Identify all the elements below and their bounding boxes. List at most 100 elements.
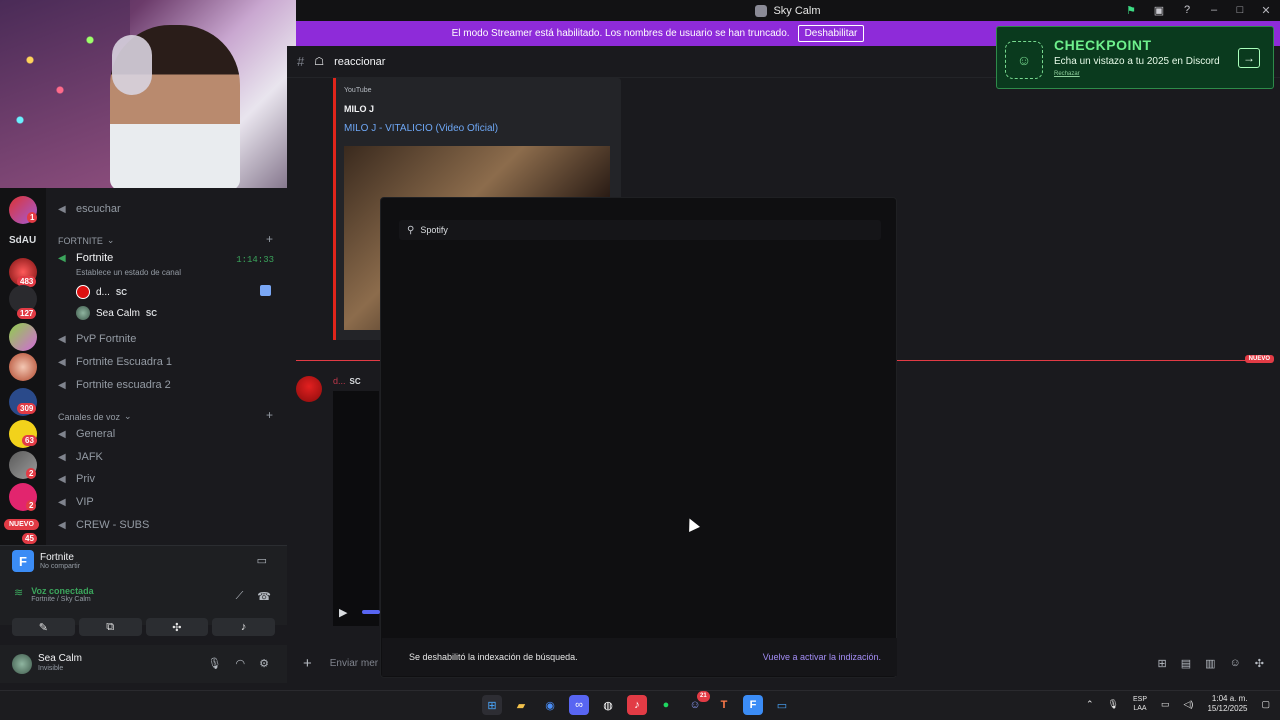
windows-start-icon[interactable]: ⊞ [482,695,502,715]
channel-fortnite-escuadra-1[interactable]: ◀ Fortnite Escuadra 1 [58,356,172,368]
close-button[interactable]: ✕ [1260,4,1272,17]
checkpoint-dismiss-link[interactable]: Rechazar [1054,71,1080,77]
taskbar-apps: ⊞ ▰ ◉ ∞ ◍ ♪ ● ☺ 21 T F ▭ [482,691,792,715]
server-icon[interactable] [9,323,37,351]
gear-icon[interactable]: ⚙ [259,657,269,670]
obs-icon[interactable]: ◍ [598,695,618,715]
volume-icon[interactable]: ◁) [1184,699,1194,710]
avatar [76,285,90,299]
channel-escuchar[interactable]: ◀ escuchar [58,203,121,215]
channel-vip[interactable]: ◀ VIP [58,496,94,508]
window-title: Sky Calm [773,4,821,17]
checkpoint-title: CHECKPOINT [1054,37,1152,53]
headphones-icon[interactable]: ◠ [236,657,246,670]
clock-date: 15/12/2025 [1207,704,1248,713]
activities-button[interactable]: ✣ [145,618,209,636]
channel-status-hint[interactable]: Establece un estado de canal [76,268,181,277]
category-voice-channels[interactable]: Canales de voz ⌄ [58,411,132,422]
category-fortnite[interactable]: FORTNITE ⌄ [58,235,114,246]
disable-streamer-button[interactable]: Deshabilitar [797,25,865,42]
avatar[interactable] [12,654,32,674]
channel-label: CREW - SUBS [76,519,150,531]
clock[interactable]: 1:04 a. m. 15/12/2025 [1207,694,1247,714]
channel-priv[interactable]: ◀ Priv [58,473,95,485]
ghost-icon: ☖ [314,56,325,68]
streaming-app-icon[interactable]: ∞ [569,695,589,715]
apps-icon[interactable]: ✣ [1255,657,1264,670]
sticker-icon[interactable]: ▥ [1205,657,1215,670]
embed-provider[interactable]: YouTube [344,87,372,94]
window-icon[interactable]: ▭ [772,695,792,715]
channel-crew-subs[interactable]: ◀ CREW - SUBS [58,519,149,531]
add-attachment-icon[interactable]: + [303,655,312,672]
microphone-tray-icon[interactable]: 🎙 [1108,699,1119,710]
gift-icon[interactable]: ⊞ [1158,657,1167,670]
voice-user[interactable]: Sea Calm SC [76,306,157,320]
search-icon: ⚲ [407,224,415,236]
screen-share-button[interactable]: ⧉ [78,618,142,636]
channel-fortnite-escuadra-2[interactable]: ◀ Fortnite escuadra 2 [58,379,171,391]
channel-pvp-fortnite[interactable]: ◀ PvP Fortnite [58,333,136,345]
game-activity[interactable]: F Fortnite No compartir [12,550,80,572]
maximize-button[interactable]: □ [1234,4,1246,16]
channel-general[interactable]: ◀ General [58,428,115,440]
gif-icon[interactable]: ▤ [1181,657,1191,670]
minimize-button[interactable]: – [1208,4,1220,16]
webcam-overlay [0,0,296,188]
activity-panel: F Fortnite No compartir ▭ ≋ Voz conectad… [0,545,287,636]
camera-off-button[interactable]: ✎ [12,618,75,636]
server-icon[interactable] [9,353,37,381]
soundboard-button[interactable]: ♪ [212,618,275,636]
checkpoint-notification[interactable]: ☺ CHECKPOINT Echa un vistazo a tu 2025 e… [996,26,1274,89]
avatar [76,306,90,320]
noise-suppression-icon[interactable]: ⟋ [236,590,244,603]
window-titlebar: Sky Calm ⚑ ▣ ? – □ ✕ [296,0,1280,21]
spotify-icon[interactable]: ● [656,695,676,715]
message-input[interactable]: Enviar mer [330,658,378,669]
tiktok-icon[interactable]: ♪ [627,695,647,715]
app-icon [755,4,768,17]
fortnite-taskbar-icon[interactable]: F [743,695,763,715]
screen-share-icon[interactable]: ▭ [257,554,267,567]
notification-center-icon[interactable]: ▢ [1261,699,1270,710]
video-progress[interactable] [362,610,380,614]
avatar[interactable] [296,376,322,402]
video-attachment[interactable] [333,391,379,626]
embed-title-link[interactable]: MILO J - VITALICIO (Video Oficial) [344,123,498,134]
mention-badge: 127 [17,308,37,319]
streamer-banner-text: El modo Streamer está habilitado. Los no… [451,28,790,39]
emoji-icon[interactable]: ☺ [1230,657,1241,670]
chevron-up-icon[interactable]: ⌃ [1086,699,1094,710]
windows-taskbar: ⊞ ▰ ◉ ∞ ◍ ♪ ● ☺ 21 T F ▭ ⌃ 🎙 ESP LAA ▭ ◁… [0,690,1280,720]
channel-label: General [76,428,116,440]
channel-jafk[interactable]: ◀ JAFK [58,451,103,463]
inbox-icon[interactable]: ▣ [1152,3,1166,17]
message-author[interactable]: d... SC [333,376,361,386]
help-icon[interactable]: ? [1180,3,1194,17]
user-name[interactable]: Sea Calm [38,653,82,664]
speaker-icon: ◀ [58,356,66,368]
search-input[interactable] [420,225,861,235]
quest-flag-icon[interactable]: ⚑ [1124,3,1138,17]
voice-connection[interactable]: ≋ Voz conectada Fortnite / Sky Calm [14,586,94,603]
file-explorer-icon[interactable]: ▰ [511,695,531,715]
chrome-icon[interactable]: ◉ [540,695,560,715]
play-icon[interactable]: ▶ [339,606,347,619]
language-indicator[interactable]: ESP LAA [1133,695,1147,713]
disconnect-icon[interactable]: ☎ [257,590,271,603]
speaker-icon: ◀ [58,473,66,485]
network-icon[interactable]: ▭ [1161,699,1170,710]
add-channel-icon[interactable]: + [266,408,273,422]
tf-app-icon[interactable]: T [714,695,734,715]
channel-fortnite[interactable]: ◀ Fortnite [58,252,113,264]
search-bar[interactable]: ⚲ [399,220,881,240]
embed-author[interactable]: MILO J [344,104,374,114]
live-stream-icon[interactable] [260,285,271,296]
server-label[interactable]: SdAU [9,235,36,246]
discord-icon[interactable]: ☺ 21 [685,691,710,715]
add-channel-icon[interactable]: + [266,232,273,246]
arrow-right-icon[interactable]: → [1238,48,1260,68]
microphone-icon[interactable]: 🎙 [208,657,222,670]
voice-user[interactable]: d... SC [76,285,127,299]
reenable-indexing-link[interactable]: Vuelve a activar la indización. [763,652,881,662]
